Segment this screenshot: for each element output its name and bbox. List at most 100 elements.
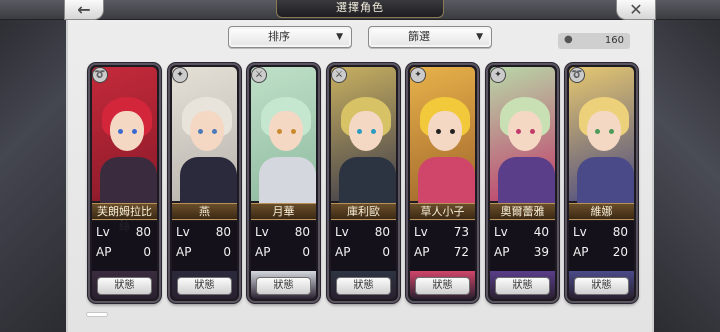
status-button[interactable]: 狀態 xyxy=(574,277,629,295)
back-button[interactable]: ← xyxy=(64,0,104,20)
level-value: 40 xyxy=(533,225,549,239)
filter-dropdown[interactable]: 篩選 ▼ xyxy=(368,26,492,48)
portrait-face xyxy=(190,111,224,151)
ap-value: 72 xyxy=(453,245,469,259)
portrait-eye xyxy=(595,129,600,134)
level-label: Lv xyxy=(335,225,349,239)
level-row: Lv 80 xyxy=(573,225,628,241)
background-left xyxy=(0,0,66,332)
ap-value: 0 xyxy=(143,245,151,259)
character-stats: Lv 73 AP 72 xyxy=(410,221,475,271)
ap-label: AP xyxy=(96,245,112,259)
sword-icon: ⚔ xyxy=(251,67,267,83)
status-button[interactable]: 狀態 xyxy=(177,277,232,295)
ap-row: AP 20 xyxy=(573,245,628,261)
level-row: Lv 80 xyxy=(176,225,231,241)
status-button[interactable]: 狀態 xyxy=(256,277,311,295)
portrait-eye xyxy=(212,129,217,134)
portrait-eye xyxy=(450,129,455,134)
ap-value: 39 xyxy=(533,245,549,259)
character-card[interactable]: ⚔ 月華 Lv 80 AP 0 狀態 xyxy=(247,63,320,303)
character-portrait xyxy=(490,67,555,207)
horizontal-scrollbar[interactable] xyxy=(86,312,108,317)
portrait-eye xyxy=(516,129,521,134)
character-name: 草人小子 xyxy=(410,203,475,220)
ap-row: AP 0 xyxy=(255,245,310,261)
portrait-face xyxy=(587,111,621,151)
ap-value: 0 xyxy=(382,245,390,259)
ap-label: AP xyxy=(494,245,510,259)
ap-label: AP xyxy=(255,245,271,259)
character-name: 月華 xyxy=(251,203,316,220)
character-card[interactable]: ➰ 芙朗姆拉比絲 Lv 80 AP 0 狀態 xyxy=(88,63,161,303)
level-value: 80 xyxy=(215,225,231,239)
ap-row: AP 72 xyxy=(414,245,469,261)
background-right xyxy=(654,0,720,332)
character-portrait xyxy=(251,67,316,207)
portrait-body xyxy=(100,157,157,207)
portrait-body xyxy=(498,157,555,207)
page-title: 選擇角色 xyxy=(276,0,444,18)
ap-row: AP 0 xyxy=(335,245,390,261)
level-label: Lv xyxy=(494,225,508,239)
level-value: 73 xyxy=(453,225,469,239)
ap-value: 0 xyxy=(223,245,231,259)
sword-icon: ⚔ xyxy=(331,67,347,83)
character-name: 奧爾蕾雅 xyxy=(490,203,555,220)
character-portrait xyxy=(172,67,237,207)
portrait-eye xyxy=(371,129,376,134)
character-card[interactable]: ✦ 奧爾蕾雅 Lv 40 AP 39 狀態 xyxy=(486,63,559,303)
level-value: 80 xyxy=(135,225,151,239)
user-icon: ● xyxy=(564,34,573,45)
character-name: 燕 xyxy=(172,203,237,220)
sort-dropdown[interactable]: 排序 ▼ xyxy=(228,26,352,48)
character-name: 庫利歐 xyxy=(331,203,396,220)
portrait-eye xyxy=(198,129,203,134)
level-label: Lv xyxy=(176,225,190,239)
portrait-face xyxy=(110,111,144,151)
character-portrait xyxy=(331,67,396,207)
level-row: Lv 80 xyxy=(96,225,151,241)
claw-icon: ✦ xyxy=(410,67,426,83)
character-card[interactable]: ➰ 維娜 Lv 80 AP 20 狀態 xyxy=(565,63,638,303)
character-name: 芙朗姆拉比絲 xyxy=(92,203,157,233)
arrow-left-icon: ← xyxy=(77,0,91,19)
character-card[interactable]: ⚔ 庫利歐 Lv 80 AP 0 狀態 xyxy=(327,63,400,303)
character-count: ● 160 xyxy=(558,33,630,49)
ap-value: 20 xyxy=(612,245,628,259)
level-row: Lv 73 xyxy=(414,225,469,241)
character-card[interactable]: ✦ 燕 Lv 80 AP 0 狀態 xyxy=(168,63,241,303)
ap-row: AP 0 xyxy=(96,245,151,261)
ap-row: AP 0 xyxy=(176,245,231,261)
portrait-eye xyxy=(609,129,614,134)
level-value: 80 xyxy=(612,225,628,239)
whip-icon: ➰ xyxy=(92,67,108,83)
close-button[interactable]: ✕ xyxy=(616,0,656,20)
filter-label: 篩選 xyxy=(408,30,430,43)
ap-label: AP xyxy=(414,245,430,259)
portrait-body xyxy=(259,157,316,207)
level-row: Lv 80 xyxy=(255,225,310,241)
status-button[interactable]: 狀態 xyxy=(97,277,152,295)
ap-label: AP xyxy=(176,245,192,259)
level-label: Lv xyxy=(255,225,269,239)
ap-label: AP xyxy=(573,245,589,259)
status-button[interactable]: 狀態 xyxy=(495,277,550,295)
portrait-body xyxy=(577,157,634,207)
portrait-eye xyxy=(291,129,296,134)
character-card[interactable]: ✦ 草人小子 Lv 73 AP 72 狀態 xyxy=(406,63,479,303)
chevron-down-icon: ▼ xyxy=(476,32,483,42)
character-portrait xyxy=(410,67,475,207)
ap-row: AP 39 xyxy=(494,245,549,261)
status-button[interactable]: 狀態 xyxy=(336,277,391,295)
character-stats: Lv 80 AP 20 xyxy=(569,221,634,271)
status-button[interactable]: 狀態 xyxy=(415,277,470,295)
level-value: 80 xyxy=(374,225,390,239)
character-stats: Lv 80 AP 0 xyxy=(251,221,316,271)
portrait-body xyxy=(339,157,396,207)
character-stats: Lv 80 AP 0 xyxy=(92,221,157,271)
portrait-face xyxy=(508,111,542,151)
level-label: Lv xyxy=(96,225,110,239)
claw-icon: ✦ xyxy=(172,67,188,83)
portrait-face xyxy=(349,111,383,151)
